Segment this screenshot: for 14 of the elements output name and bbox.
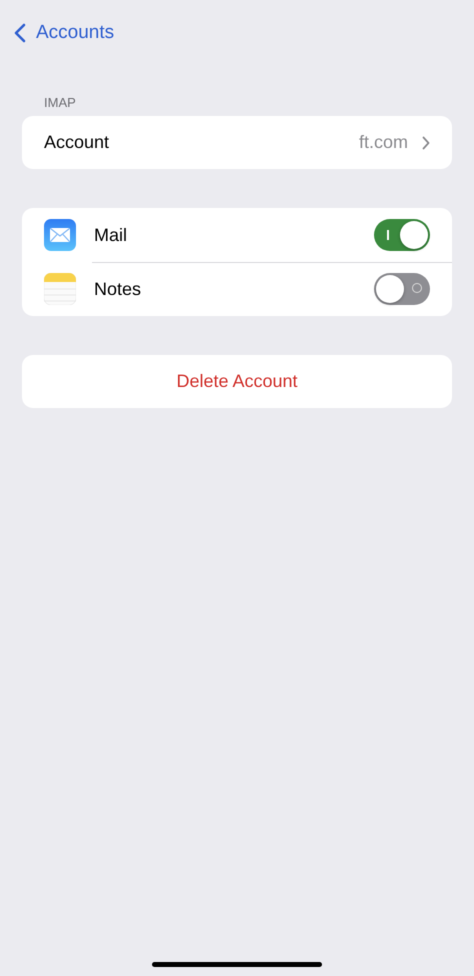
account-email: ft.com — [358, 132, 408, 153]
delete-account-button[interactable]: Delete Account — [22, 355, 452, 408]
row-label: Account — [44, 132, 110, 153]
back-chevron-icon — [14, 23, 26, 43]
section-header: IMAP — [43, 94, 77, 112]
toggle-switch[interactable] — [374, 219, 430, 251]
mail-app-icon — [44, 219, 76, 251]
app-label: Mail — [94, 224, 128, 246]
back-button[interactable]: Accounts — [14, 22, 114, 44]
app-label: Notes — [94, 278, 142, 300]
account-row[interactable]: Account ft.com — [22, 116, 452, 169]
chevron-icon — [422, 136, 430, 150]
toggle-switch[interactable] — [374, 273, 430, 305]
notepad-app-icon — [44, 273, 76, 305]
